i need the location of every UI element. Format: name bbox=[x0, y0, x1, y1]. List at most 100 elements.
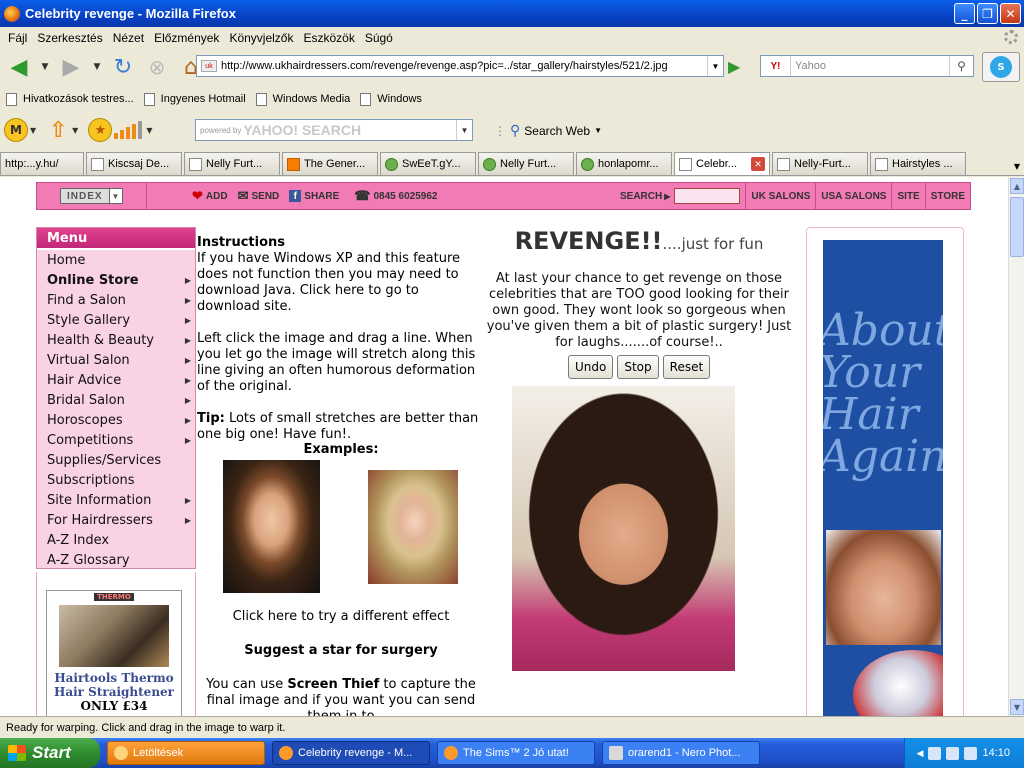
search-box[interactable]: Y! Yahoo ⚲ bbox=[760, 55, 974, 77]
search-engine-selector[interactable]: Y! bbox=[761, 56, 791, 76]
stop-icon[interactable]: ⊗ bbox=[142, 52, 172, 82]
instructions-java-text[interactable]: If you have Windows XP and this feature … bbox=[197, 251, 485, 315]
share-link[interactable]: f SHARE bbox=[284, 183, 344, 209]
bookmark-item[interactable]: Windows Media bbox=[255, 92, 350, 106]
undo-button[interactable]: Undo bbox=[568, 355, 614, 379]
different-effect-link[interactable]: Click here to try a different effect bbox=[197, 609, 485, 624]
forward-arrow-icon[interactable]: ▶ bbox=[56, 52, 86, 82]
browser-tab[interactable]: Nelly Furt... bbox=[184, 152, 280, 175]
browser-tab-active[interactable]: Celebr... ✕ bbox=[674, 152, 770, 175]
scrollbar-thumb[interactable] bbox=[1010, 197, 1024, 257]
close-button[interactable]: ✕ bbox=[1000, 3, 1021, 24]
menu-item-competitions[interactable]: Competitions ▶ bbox=[37, 430, 195, 450]
start-button[interactable]: Start bbox=[0, 738, 100, 768]
menu-item-online-store[interactable]: Online Store ▶ bbox=[37, 270, 195, 290]
go-arrow-icon[interactable]: ▶ bbox=[728, 57, 748, 77]
forward-history-dropdown[interactable]: ▼ bbox=[90, 52, 104, 82]
menu-item-find-a-salon[interactable]: Find a Salon ▶ bbox=[37, 290, 195, 310]
uk-salons-link[interactable]: UK SALONS bbox=[746, 183, 817, 209]
scroll-down-arrow-icon[interactable]: ▼ bbox=[1010, 699, 1024, 715]
browser-tab[interactable]: http:...y.hu/ bbox=[0, 152, 84, 175]
menu-item-hair-advice[interactable]: Hair Advice ▶ bbox=[37, 370, 195, 390]
site-search-input[interactable] bbox=[674, 188, 741, 204]
yahoo-menu-dropdown[interactable]: ▼ bbox=[30, 126, 36, 135]
yahoo-mail-icon[interactable]: M bbox=[4, 118, 28, 142]
yahoo-bars-dropdown[interactable]: ▼ bbox=[146, 126, 152, 135]
site-link[interactable]: SITE bbox=[892, 183, 926, 209]
store-link[interactable]: STORE bbox=[926, 183, 970, 209]
menu-item-style-gallery[interactable]: Style Gallery ▶ bbox=[37, 310, 195, 330]
menu-item-health-beauty[interactable]: Health & Beauty ▶ bbox=[37, 330, 195, 350]
search-icon[interactable]: ⚲ bbox=[949, 56, 973, 76]
yahoo-search-web-button[interactable]: ⋮ ⚲ Search Web ▼ bbox=[494, 122, 602, 139]
menu-tools[interactable]: Eszközök bbox=[298, 31, 359, 45]
yahoo-search-dropdown[interactable]: ▼ bbox=[456, 120, 472, 140]
menu-bookmarks[interactable]: Könyvjelzők bbox=[224, 31, 298, 45]
yahoo-search-input[interactable]: powered by YAHOO! SEARCH ▼ bbox=[195, 119, 473, 141]
tray-expand-icon[interactable]: ◀ bbox=[917, 748, 924, 759]
menu-item-home[interactable]: Home bbox=[37, 250, 195, 270]
tab-list-dropdown[interactable]: ▼ bbox=[1010, 156, 1024, 176]
yahoo-star-icon[interactable]: ★ bbox=[88, 118, 113, 142]
screen-thief-link[interactable]: Screen Thief bbox=[287, 677, 379, 692]
hair-ad-banner[interactable]: About Your Hair Again bbox=[823, 240, 943, 716]
browser-tab[interactable]: SwEeT.gY... bbox=[380, 152, 476, 175]
menu-item-bridal-salon[interactable]: Bridal Salon ▶ bbox=[37, 390, 195, 410]
address-url[interactable]: http://www.ukhairdressers.com/revenge/re… bbox=[221, 60, 668, 72]
menu-file[interactable]: Fájl bbox=[3, 31, 32, 45]
warp-image-canvas[interactable] bbox=[512, 386, 735, 671]
browser-tab[interactable]: Nelly-Furt... bbox=[772, 152, 868, 175]
menu-view[interactable]: Nézet bbox=[108, 31, 149, 45]
yahoo-up-arrow-icon[interactable]: ⇧ bbox=[46, 118, 70, 143]
menu-history[interactable]: Előzmények bbox=[149, 31, 224, 45]
bookmark-item[interactable]: Hivatkozások testres... bbox=[6, 92, 134, 106]
browser-tab[interactable]: Kiscsaj De... bbox=[86, 152, 182, 175]
menu-item-a-z-glossary[interactable]: A-Z Glossary bbox=[37, 550, 195, 570]
browser-tab[interactable]: Nelly Furt... bbox=[478, 152, 574, 175]
bookmark-item[interactable]: Windows bbox=[360, 92, 422, 106]
reset-button[interactable]: Reset bbox=[662, 355, 711, 379]
close-tab-icon[interactable]: ✕ bbox=[751, 157, 765, 171]
suggest-star-link[interactable]: Suggest a star for surgery bbox=[197, 643, 485, 658]
security-icon[interactable] bbox=[964, 746, 978, 760]
menu-item-for-hairdressers[interactable]: For Hairdressers ▶ bbox=[37, 510, 195, 530]
volume-icon[interactable] bbox=[946, 746, 960, 760]
taskbar-item[interactable]: orarend1 - Nero Phot... bbox=[602, 741, 760, 765]
straightener-promo[interactable]: THERMO Hairtools Thermo Hair Straightene… bbox=[46, 590, 182, 716]
example-image-2[interactable] bbox=[368, 470, 458, 584]
usa-salons-link[interactable]: USA SALONS bbox=[816, 183, 893, 209]
back-history-dropdown[interactable]: ▼ bbox=[38, 52, 52, 82]
menu-item-site-information[interactable]: Site Information ▶ bbox=[37, 490, 195, 510]
skype-button[interactable]: S bbox=[982, 52, 1020, 82]
restore-button[interactable]: ❐ bbox=[977, 3, 998, 24]
stop-button[interactable]: Stop bbox=[617, 355, 659, 379]
taskbar-item-active[interactable]: Celebrity revenge - M... bbox=[272, 741, 430, 765]
menu-item-horoscopes[interactable]: Horoscopes ▶ bbox=[37, 410, 195, 430]
taskbar-item[interactable]: The Sims™ 2 Jó utat! bbox=[437, 741, 595, 765]
menu-item-supplies-services[interactable]: Supplies/Services bbox=[37, 450, 195, 470]
example-image-1[interactable] bbox=[223, 460, 320, 593]
add-link[interactable]: ❤ ADD bbox=[147, 183, 233, 209]
address-dropdown[interactable]: ▼ bbox=[707, 56, 723, 76]
bookmark-item[interactable]: Ingyenes Hotmail bbox=[143, 92, 246, 106]
back-arrow-icon[interactable]: ◀ bbox=[4, 52, 34, 82]
menu-item-virtual-salon[interactable]: Virtual Salon ▶ bbox=[37, 350, 195, 370]
yahoo-bars-icon[interactable] bbox=[114, 121, 143, 139]
menu-item-subscriptions[interactable]: Subscriptions bbox=[37, 470, 195, 490]
send-link[interactable]: ✉ SEND bbox=[233, 183, 285, 209]
vertical-scrollbar[interactable]: ▲ ▼ bbox=[1008, 177, 1024, 716]
yahoo-up-dropdown[interactable]: ▼ bbox=[72, 126, 78, 135]
minimize-button[interactable]: _ bbox=[954, 3, 975, 24]
browser-tab[interactable]: Hairstyles ... bbox=[870, 152, 966, 175]
browser-tab[interactable]: The Gener... bbox=[282, 152, 378, 175]
search-input[interactable]: Yahoo bbox=[791, 60, 949, 72]
browser-tab[interactable]: honlapomr... bbox=[576, 152, 672, 175]
clock[interactable]: 14:10 bbox=[982, 747, 1010, 759]
address-bar[interactable]: uk http://www.ukhairdressers.com/revenge… bbox=[196, 55, 724, 77]
taskbar-item[interactable]: Letöltések bbox=[107, 741, 265, 765]
menu-edit[interactable]: Szerkesztés bbox=[32, 31, 107, 45]
reload-icon[interactable]: ↻ bbox=[108, 52, 138, 82]
network-icon[interactable] bbox=[928, 746, 942, 760]
index-select[interactable]: INDEX ▼ bbox=[60, 188, 123, 204]
menu-help[interactable]: Súgó bbox=[360, 31, 398, 45]
